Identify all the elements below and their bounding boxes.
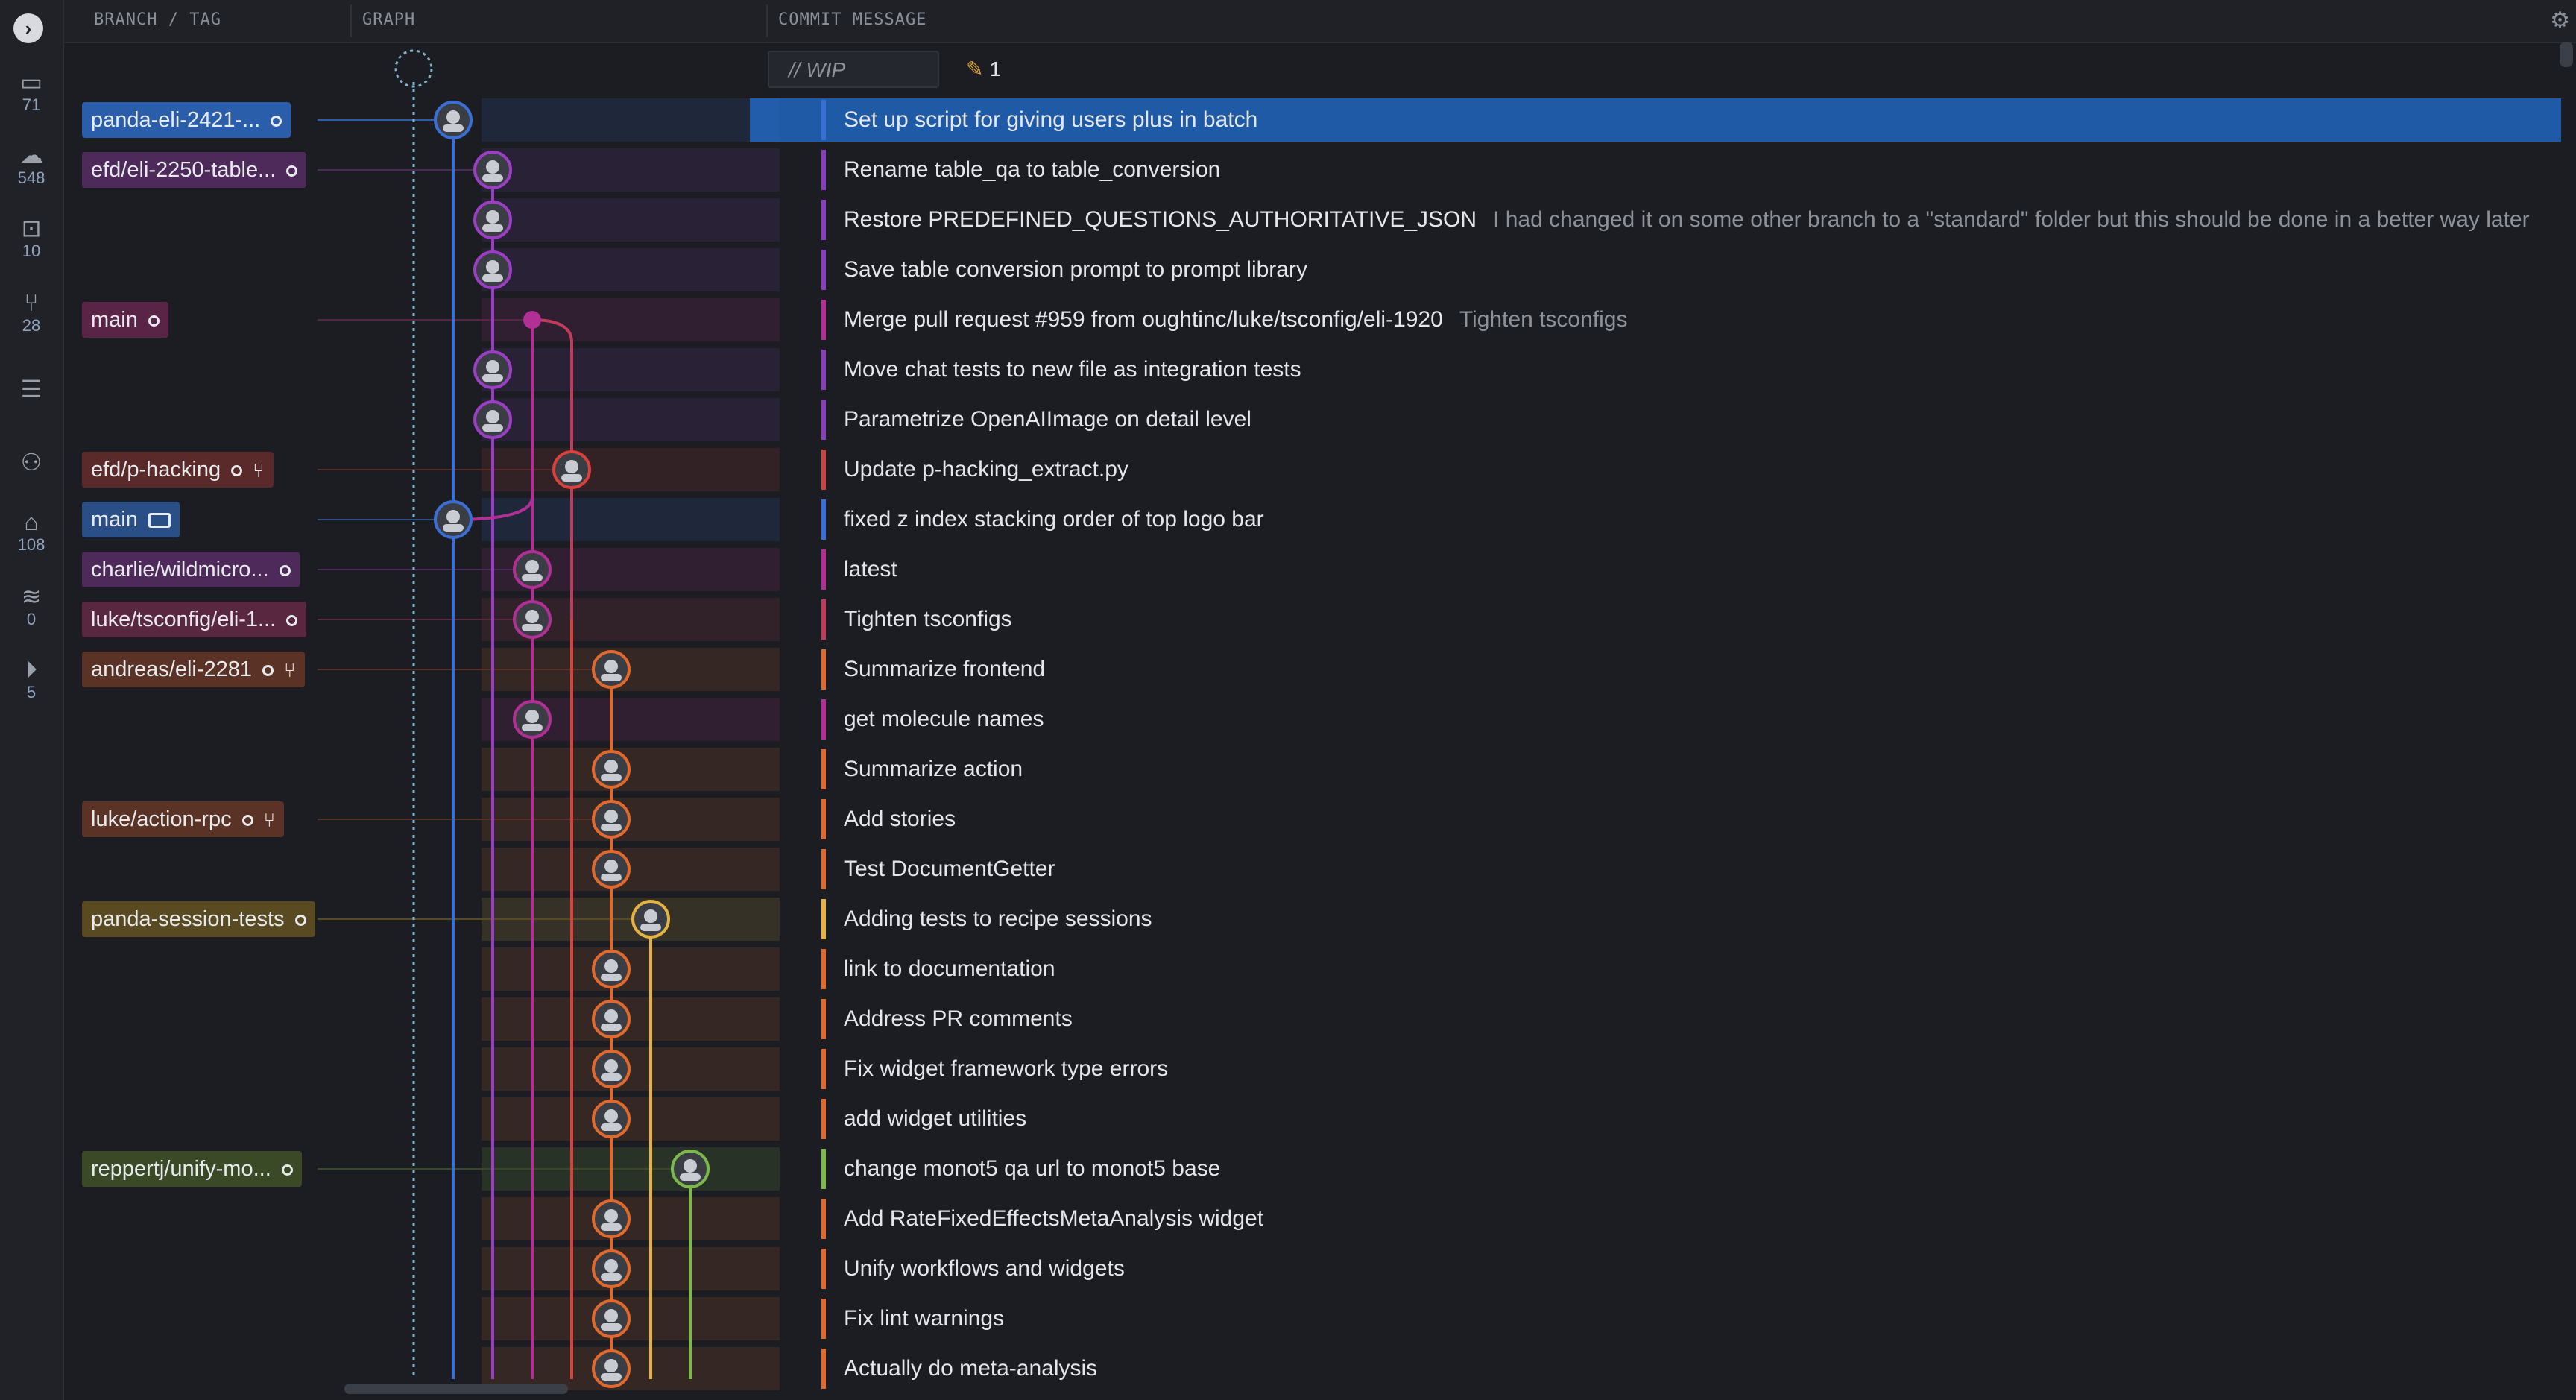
avatar-body-icon [443,124,464,132]
horizontal-scrollbar[interactable] [344,1384,568,1394]
avatar-body-icon [482,274,503,282]
avatar-head-icon [604,959,618,973]
avatar-body-icon [601,1323,622,1331]
wip-node [394,49,433,88]
avatar-body-icon [601,824,622,831]
avatar-head-icon [684,1159,697,1173]
avatar-body-icon [601,974,622,981]
avatar-body-icon [522,624,543,631]
avatar-head-icon [604,1059,618,1073]
avatar-body-icon [601,874,622,881]
avatar-head-icon [604,1209,618,1223]
avatar-head-icon [525,710,539,723]
avatar-body-icon [482,174,503,182]
avatar-head-icon [604,1259,618,1273]
avatar-body-icon [601,674,622,681]
avatar-head-icon [604,1309,618,1322]
git-client-window: { "colors": {"accent": "#1f5aa6", "backg… [0,0,2576,1400]
avatar-head-icon [486,360,499,373]
avatar-head-icon [486,160,499,174]
avatar-head-icon [604,1359,618,1372]
avatar-head-icon [446,110,460,124]
avatar-body-icon [601,1123,622,1131]
avatar-body-icon [640,924,661,931]
commit-graph [394,49,710,1388]
avatar-body-icon [482,424,503,432]
avatar-head-icon [604,660,618,673]
avatar-head-icon [446,510,460,523]
avatar-head-icon [525,560,539,573]
vertical-scrollbar[interactable] [2560,42,2573,67]
avatar-head-icon [486,410,499,423]
avatar-head-icon [644,909,657,923]
avatar-body-icon [601,1024,622,1031]
avatar-body-icon [482,374,503,382]
avatar-head-icon [604,860,618,873]
avatar-body-icon [522,724,543,731]
avatar-head-icon [604,810,618,823]
avatar-head-icon [604,760,618,773]
avatar-body-icon [601,1223,622,1231]
avatar-body-icon [443,524,464,532]
avatar-body-icon [680,1173,701,1181]
avatar-head-icon [486,210,499,224]
avatar-head-icon [565,460,578,473]
avatar-body-icon [601,1073,622,1081]
avatar-head-icon [525,610,539,623]
avatar-body-icon [601,774,622,781]
avatar-body-icon [522,574,543,581]
merge-commit-node [523,311,541,329]
avatar-head-icon [604,1109,618,1123]
avatar-head-icon [604,1009,618,1023]
avatar-body-icon [482,224,503,232]
avatar-head-icon [486,260,499,274]
avatar-body-icon [601,1273,622,1281]
avatar-body-icon [601,1373,622,1381]
avatar-body-icon [561,474,582,482]
